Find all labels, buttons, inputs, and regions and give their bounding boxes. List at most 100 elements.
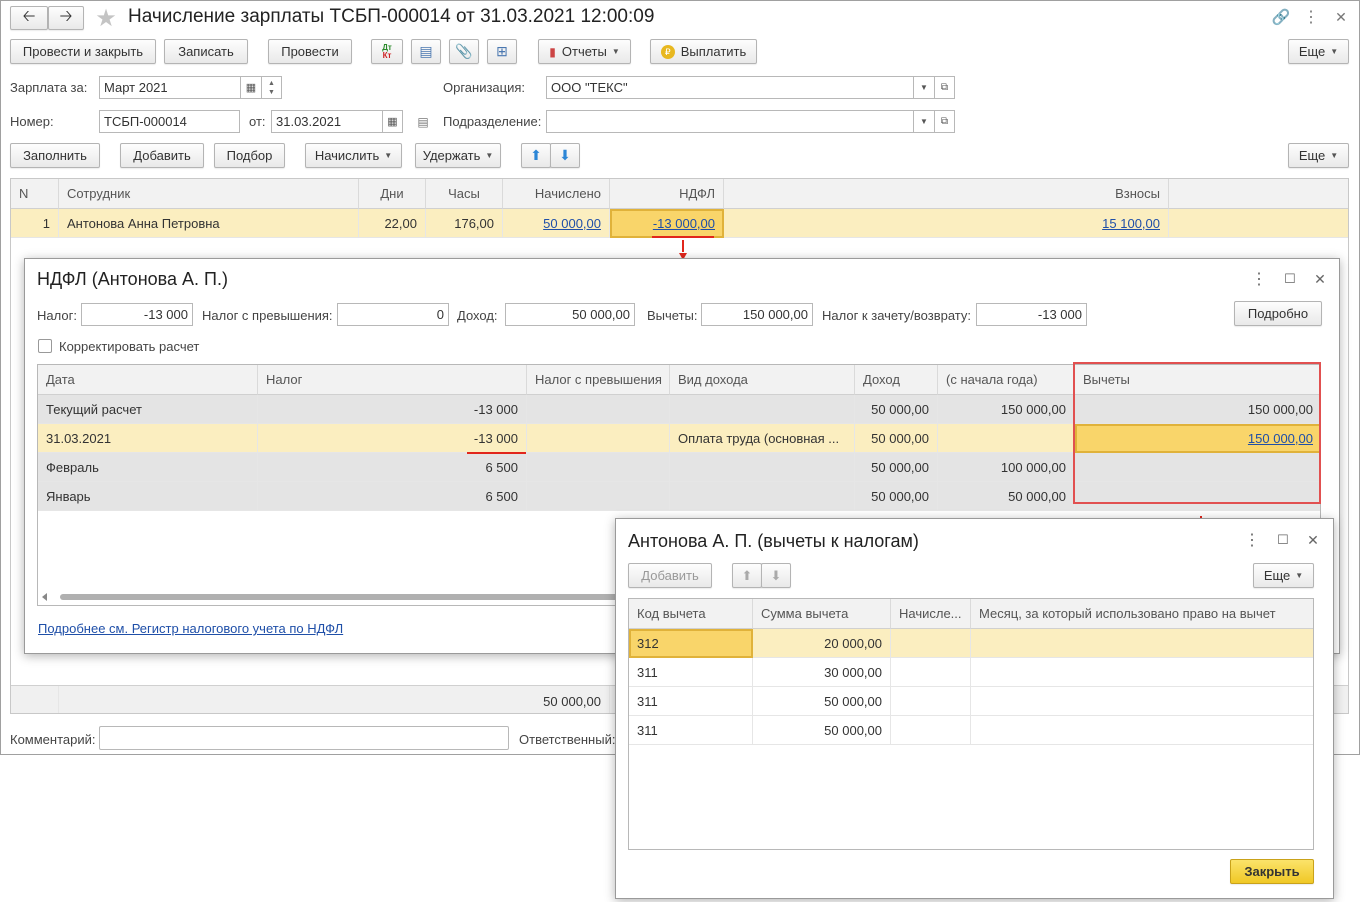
cell-ytd[interactable]: 150 000,00 xyxy=(938,395,1075,424)
maximize-icon[interactable]: ☐ xyxy=(1273,530,1293,550)
cell-accrual[interactable] xyxy=(891,658,971,687)
col-header-n[interactable]: N xyxy=(11,179,59,209)
salary-period-field[interactable]: Март 2021 xyxy=(99,76,241,99)
close-icon[interactable]: ✕ xyxy=(1331,7,1351,27)
division-field[interactable] xyxy=(546,110,916,133)
cell-date[interactable]: Февраль xyxy=(38,453,258,482)
cell-excess[interactable] xyxy=(527,482,670,511)
save-button[interactable]: Записать xyxy=(164,39,248,64)
cell-month[interactable] xyxy=(971,716,1313,745)
cell-code[interactable]: 312 xyxy=(629,629,753,658)
cell-income[interactable]: 50 000,00 xyxy=(855,395,938,424)
col-header-tax[interactable]: Налог xyxy=(258,365,527,395)
back-button[interactable]: 🡠 xyxy=(10,6,48,30)
structure-button[interactable]: ⊞ xyxy=(487,39,517,64)
reports-button[interactable]: ▮ Отчеты ▼ xyxy=(538,39,631,64)
cell-income[interactable]: 50 000,00 xyxy=(855,453,938,482)
star-icon[interactable]: ★ xyxy=(93,5,119,32)
cell-accrual[interactable] xyxy=(891,716,971,745)
cell-code[interactable]: 311 xyxy=(629,716,753,745)
tax-field[interactable]: -13 000 xyxy=(81,303,193,326)
col-header-date[interactable]: Дата xyxy=(38,365,258,395)
org-dropdown-button[interactable]: ▼ xyxy=(913,76,935,99)
cell-sum[interactable]: 50 000,00 xyxy=(753,716,891,745)
cell-kind[interactable] xyxy=(670,453,855,482)
cell-tax[interactable]: -13 000 xyxy=(258,395,527,424)
fill-button[interactable]: Заполнить xyxy=(10,143,100,168)
menu-dots-icon[interactable]: ⋮ xyxy=(1249,269,1269,289)
table-row[interactable]: 1 Антонова Анна Петровна 22,00 176,00 50… xyxy=(11,209,1348,238)
offset-field[interactable]: -13 000 xyxy=(976,303,1087,326)
move-down-button[interactable]: ⬇ xyxy=(550,143,580,168)
cell-tax[interactable]: 6 500 xyxy=(258,453,527,482)
col-header-days[interactable]: Дни xyxy=(359,179,426,209)
cell-kind[interactable]: Оплата труда (основная ... xyxy=(670,424,855,453)
col-header-contrib[interactable]: Взносы xyxy=(724,179,1169,209)
add-button[interactable]: Добавить xyxy=(628,563,712,588)
cell-ytd[interactable]: 50 000,00 xyxy=(938,482,1075,511)
cell-contrib[interactable]: 15 100,00 xyxy=(724,209,1169,238)
cell-ytd[interactable] xyxy=(938,424,1075,453)
post-and-close-button[interactable]: Провести и закрыть xyxy=(10,39,156,64)
excess-field[interactable]: 0 xyxy=(337,303,449,326)
cell-sum[interactable]: 50 000,00 xyxy=(753,687,891,716)
cell-kind[interactable] xyxy=(670,482,855,511)
more-button[interactable]: Еще ▼ xyxy=(1253,563,1314,588)
correct-label[interactable]: Корректировать расчет xyxy=(59,339,199,354)
table-row[interactable]: 311 50 000,00 xyxy=(629,716,1313,745)
cell-accrual[interactable] xyxy=(891,687,971,716)
organization-field[interactable]: ООО "ТЕКС" xyxy=(546,76,916,99)
cell-date[interactable]: 31.03.2021 xyxy=(38,424,258,453)
col-header-ndfl[interactable]: НДФЛ xyxy=(610,179,724,209)
cell-date[interactable]: Январь xyxy=(38,482,258,511)
stepper-up-icon[interactable]: ▲ xyxy=(268,79,275,88)
cell-month[interactable] xyxy=(971,687,1313,716)
contrib-link[interactable]: 15 100,00 xyxy=(1102,216,1160,231)
col-header-accrual[interactable]: Начисле... xyxy=(891,599,971,629)
menu-dots-icon[interactable]: ⋮ xyxy=(1242,530,1262,550)
cell-date[interactable]: Текущий расчет xyxy=(38,395,258,424)
deductions-table[interactable]: Код вычета Сумма вычета Начисле... Месяц… xyxy=(628,598,1314,850)
col-header-employee[interactable]: Сотрудник xyxy=(59,179,359,209)
close-button[interactable]: Закрыть xyxy=(1230,859,1314,884)
maximize-icon[interactable]: ☐ xyxy=(1280,269,1300,289)
col-header-excess[interactable]: Налог с превышения xyxy=(527,365,670,395)
division-open-button[interactable]: ⧉ xyxy=(934,110,955,133)
col-header-income[interactable]: Доход xyxy=(855,365,938,395)
history-icon[interactable]: ▤ xyxy=(415,113,431,131)
cell-tax[interactable]: 6 500 xyxy=(258,482,527,511)
withhold-button[interactable]: Удержать ▼ xyxy=(415,143,501,168)
cell-month[interactable] xyxy=(971,658,1313,687)
attach-button[interactable]: 📎 xyxy=(449,39,479,64)
cell-ytd[interactable]: 100 000,00 xyxy=(938,453,1075,482)
add-button[interactable]: Добавить xyxy=(120,143,204,168)
register-link[interactable]: Подробнее см. Регистр налогового учета п… xyxy=(38,621,343,636)
details-button[interactable]: Подробно xyxy=(1234,301,1322,326)
org-open-button[interactable]: ⧉ xyxy=(934,76,955,99)
link-icon[interactable]: 🔗 xyxy=(1271,7,1291,27)
dt-kt-button[interactable]: Дт Кт xyxy=(371,39,403,64)
move-up-button[interactable]: ⬆ xyxy=(521,143,551,168)
cell-sum[interactable]: 30 000,00 xyxy=(753,658,891,687)
table-row[interactable]: 311 50 000,00 xyxy=(629,687,1313,716)
close-icon[interactable]: ✕ xyxy=(1303,530,1323,550)
document-list-button[interactable]: ▤ xyxy=(411,39,441,64)
cell-sum[interactable]: 20 000,00 xyxy=(753,629,891,658)
accrued-link[interactable]: 50 000,00 xyxy=(543,216,601,231)
pay-button[interactable]: ₽ Выплатить xyxy=(650,39,757,64)
cell-code[interactable]: 311 xyxy=(629,687,753,716)
date-calendar-button[interactable]: ▦ xyxy=(382,110,403,133)
stepper-down-icon[interactable]: ▼ xyxy=(268,88,275,97)
more-button[interactable]: Еще ▼ xyxy=(1288,39,1349,64)
cell-days[interactable]: 22,00 xyxy=(359,209,426,238)
deductions-field[interactable]: 150 000,00 xyxy=(701,303,813,326)
pick-button[interactable]: Подбор xyxy=(214,143,285,168)
col-header-sum[interactable]: Сумма вычета xyxy=(753,599,891,629)
cell-employee[interactable]: Антонова Анна Петровна xyxy=(59,209,359,238)
table-row[interactable]: 311 30 000,00 xyxy=(629,658,1313,687)
col-header-kind[interactable]: Вид дохода xyxy=(670,365,855,395)
ndfl-link[interactable]: -13 000,00 xyxy=(653,216,715,231)
move-down-button[interactable]: ⬇ xyxy=(761,563,791,588)
cell-code[interactable]: 311 xyxy=(629,658,753,687)
income-field[interactable]: 50 000,00 xyxy=(505,303,635,326)
